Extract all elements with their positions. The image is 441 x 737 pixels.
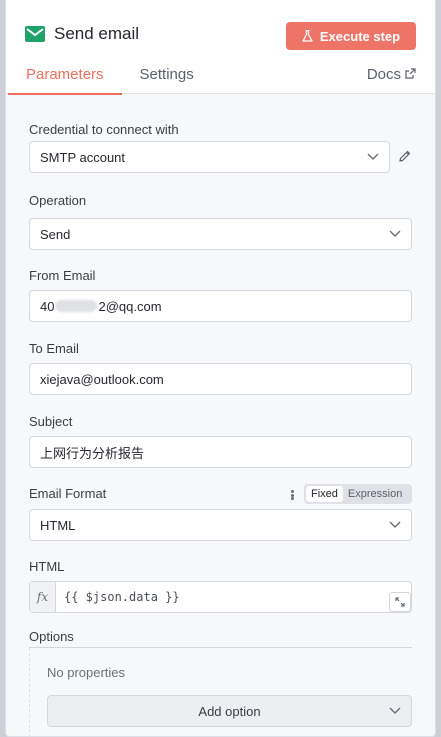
execute-step-label: Execute step (319, 28, 401, 44)
no-properties-text: No properties (47, 665, 126, 680)
add-option-label: Add option (198, 703, 261, 719)
to-email-label: To Email (29, 341, 79, 356)
more-options-icon[interactable] (289, 488, 295, 502)
from-email-suffix: 2@qq.com (98, 298, 162, 314)
expand-icon (395, 597, 405, 607)
operation-value: Send (40, 226, 71, 242)
operation-label: Operation (29, 193, 87, 208)
panel-header: Send email Execute step Parameters Setti… (6, 0, 435, 95)
add-option-button[interactable]: Add option (47, 695, 412, 727)
from-email-label: From Email (29, 268, 96, 283)
chevron-down-icon (389, 230, 401, 237)
to-email-input[interactable]: xiejava@outlook.com (29, 363, 412, 395)
docs-link[interactable]: Docs (367, 66, 416, 83)
tab-settings[interactable]: Settings (122, 66, 212, 94)
subject-label: Subject (29, 414, 73, 429)
operation-select[interactable]: Send (29, 218, 412, 250)
options-label: Options (29, 629, 74, 644)
chevron-down-icon (389, 707, 401, 714)
fx-icon: fx (30, 582, 56, 612)
subject-value: 上网行为分析报告 (40, 445, 145, 461)
email-format-select[interactable]: HTML (29, 509, 412, 541)
external-link-icon (405, 68, 416, 79)
expand-editor-button[interactable] (389, 592, 411, 612)
docs-label: Docs (366, 66, 401, 83)
email-format-value: HTML (40, 517, 76, 533)
toggle-fixed[interactable]: Fixed (306, 486, 343, 502)
credential-select[interactable]: SMTP account (29, 141, 390, 173)
from-email-prefix: 40 (40, 298, 55, 314)
title-row: Send email (25, 24, 139, 44)
edit-credential-icon[interactable] (398, 149, 412, 163)
tab-bar: Parameters Settings (8, 66, 212, 95)
html-expression-value: {{ $json.data }} (64, 590, 180, 604)
toggle-expression[interactable]: Expression (343, 486, 407, 502)
redacted-blur (55, 300, 98, 312)
from-email-input[interactable]: 40 2@qq.com (29, 290, 412, 322)
subject-input[interactable]: 上网行为分析报告 (29, 436, 412, 468)
flask-icon (302, 30, 313, 42)
node-panel: Send email Execute step Parameters Setti… (5, 0, 436, 737)
html-label: HTML (29, 559, 65, 574)
email-format-label: Email Format (29, 486, 107, 501)
chevron-down-icon (389, 521, 401, 528)
fixed-expression-toggle[interactable]: Fixed Expression (304, 484, 412, 504)
credential-value: SMTP account (40, 149, 126, 165)
html-expression-input[interactable]: fx {{ $json.data }} (29, 581, 412, 613)
credential-label: Credential to connect with (29, 122, 179, 137)
tab-parameters[interactable]: Parameters (8, 66, 122, 95)
envelope-icon (25, 26, 45, 42)
to-email-value: xiejava@outlook.com (40, 371, 164, 387)
execute-step-button[interactable]: Execute step (286, 22, 416, 50)
node-title: Send email (54, 24, 140, 43)
chevron-down-icon (367, 153, 379, 160)
